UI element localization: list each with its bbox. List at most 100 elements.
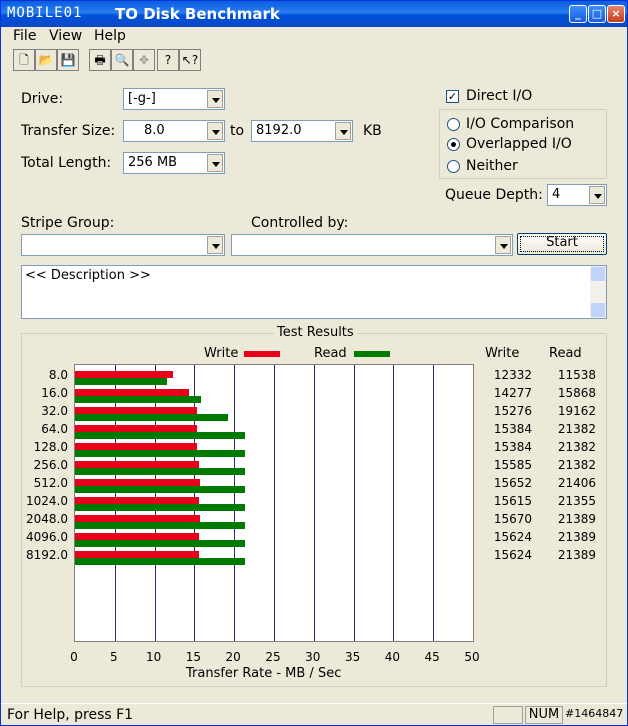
chevron-down-icon[interactable] [335,122,351,140]
gridline-30 [313,365,315,641]
write-value: 15384 [493,440,532,454]
minimize-button[interactable]: _ [569,5,587,23]
write-value: 15652 [493,476,532,490]
y-tick-label: 2048.0 [26,512,68,526]
scroll-up-icon[interactable] [591,267,605,281]
read-legend-label: Read [314,346,347,361]
chevron-down-icon[interactable] [207,154,223,172]
y-tick-label: 16.0 [41,386,68,400]
read-value: 15868 [557,386,596,400]
menu-view[interactable]: View [49,28,82,44]
x-tick-label: 40 [384,650,401,664]
chevron-down-icon[interactable] [207,122,223,140]
overlapped-io-label: Overlapped I/O [466,136,572,152]
transfer-from-combo[interactable]: 8.0 [123,120,225,142]
read-bar-64.0 [75,432,246,439]
drive-combo[interactable]: [-g-] [123,88,225,110]
read-bar-1024.0 [75,504,245,511]
y-tick-label: 32.0 [41,404,68,418]
context-help-icon[interactable]: ↖? [179,49,201,71]
read-bar-8.0 [75,378,167,385]
x-tick-label: 30 [305,650,321,664]
io-comparison-label: I/O Comparison [466,116,575,132]
close-button[interactable]: × [607,5,625,23]
x-tick-label: 0 [70,650,78,664]
y-tick-label: 512.0 [33,476,68,490]
start-button[interactable]: Start [517,233,607,255]
status-help-text: For Help, press F1 [7,707,134,723]
write-legend-swatch [244,351,280,357]
y-tick-label: 128.0 [33,440,68,454]
neither-label: Neither [466,158,518,174]
read-value: 21389 [557,548,596,562]
x-tick-label: 25 [265,650,281,664]
write-value: 15624 [493,530,532,544]
menu-help[interactable]: Help [94,28,126,44]
write-bar-64.0 [75,425,198,432]
maximize-button[interactable]: □ [588,5,606,23]
write-bar-8.0 [75,371,174,378]
y-tick-label: 1024.0 [26,494,68,508]
print-preview-icon[interactable]: 🔍 [111,49,133,71]
read-value: 21382 [557,422,596,436]
total-length-combo[interactable]: 256 MB [123,152,225,174]
gridline-35 [353,365,355,641]
menu-file[interactable]: File [13,28,36,44]
chevron-down-icon[interactable] [495,236,511,254]
read-bar-512.0 [75,486,246,493]
neither-radio[interactable] [447,160,460,173]
write-bar-4096.0 [75,533,200,540]
overlapped-io-radio[interactable] [447,138,460,151]
chevron-down-icon[interactable] [589,186,605,204]
chevron-down-icon[interactable] [207,90,223,108]
queue-depth-combo[interactable]: 4 [547,184,607,206]
x-tick-label: 5 [109,650,118,664]
test-results-group: Test Results Write Read Write Read Trans… [21,325,607,687]
read-bar-32.0 [75,414,228,421]
read-value: 21389 [557,530,596,544]
direct-io-checkbox[interactable]: ✓ [446,90,459,103]
save-icon[interactable]: 💾 [57,49,79,71]
description-scrollbar[interactable] [590,266,606,318]
title-bar[interactable]: MOBILE01 TO Disk Benchmark _ □ × [1,1,627,27]
app-window: MOBILE01 TO Disk Benchmark _ □ × File Vi… [0,0,628,726]
write-value: 15276 [493,404,532,418]
gridline-20 [234,365,236,641]
write-bar-256.0 [75,461,200,468]
write-value: 15670 [493,512,532,526]
stripe-group-combo[interactable] [21,234,225,256]
help-icon[interactable]: ? [157,49,179,71]
new-icon[interactable]: 🗋 [13,49,35,71]
read-value: 21389 [557,512,596,526]
write-value: 15624 [493,548,532,562]
y-tick-label: 8.0 [48,368,68,382]
write-bar-2048.0 [75,515,200,522]
logo: MOBILE01 [7,5,83,21]
controlled-by-combo[interactable] [231,234,513,256]
y-tick-label: 64.0 [41,422,68,436]
move-icon[interactable]: ✥ [133,49,155,71]
write-column-header: Write [485,346,520,361]
scroll-down-icon[interactable] [591,303,605,317]
read-value: 21355 [557,494,596,508]
status-bar: For Help, press F1 NUM #1464847 [1,703,627,725]
print-icon[interactable]: 🖶 [89,49,111,71]
read-value: 11538 [557,368,596,382]
direct-io-label: Direct I/O [466,88,533,104]
transfer-to-combo[interactable]: 8192.0 [251,120,353,142]
queue-depth-label: Queue Depth: [445,187,543,203]
chevron-down-icon[interactable] [207,236,223,254]
kb-label: KB [363,123,382,139]
read-value: 21406 [557,476,596,490]
read-column-header: Read [549,346,582,361]
read-value: 19162 [557,404,596,418]
description-box[interactable]: << Description >> [21,265,607,319]
open-icon[interactable]: 📂 [35,49,57,71]
gridline-25 [274,365,275,641]
gridline-45 [433,365,435,641]
benchmark-chart [74,364,474,642]
io-comparison-radio[interactable] [447,118,460,131]
write-bar-128.0 [75,443,198,450]
read-bar-8192.0 [75,558,246,565]
window-title: TO Disk Benchmark [115,5,280,23]
